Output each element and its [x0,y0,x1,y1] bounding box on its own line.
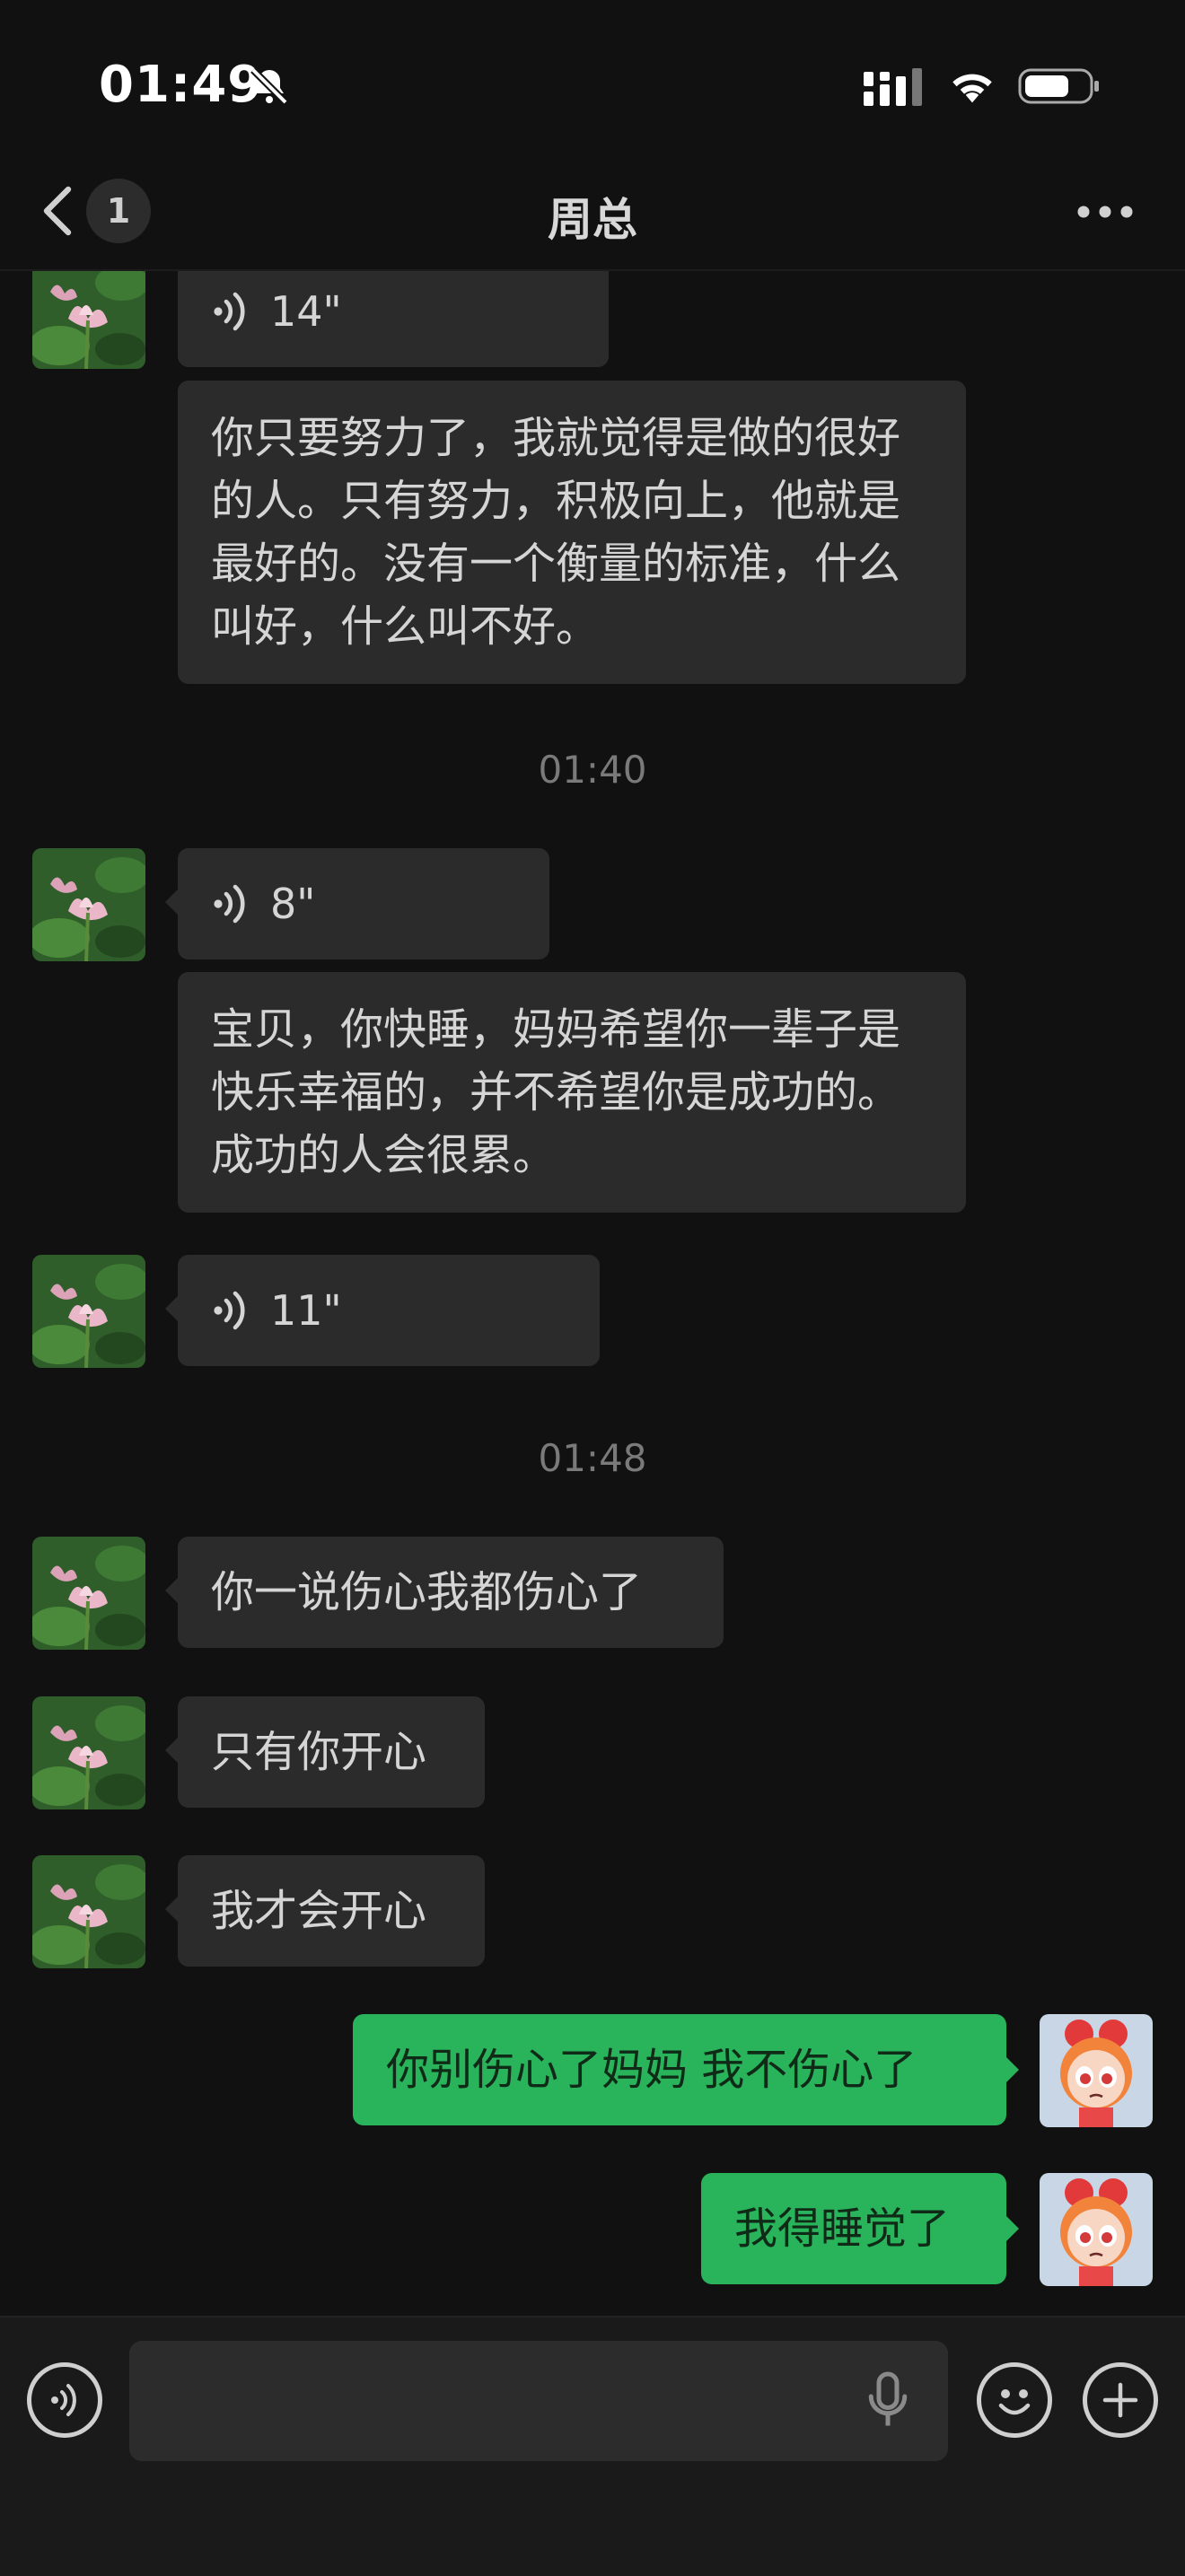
message-text: 你只要努力了，我就觉得是做的很好的人。只有努力，积极向上，他就是最好的。没有一个… [211,413,901,652]
time-divider: 01:40 [538,748,647,792]
voice-duration: 8" [270,880,316,928]
plus-icon [1102,2382,1138,2418]
contact-avatar[interactable] [32,1855,145,1968]
my-avatar[interactable] [1040,2014,1153,2127]
voice-wave-icon [214,292,245,331]
outgoing-message-bubble[interactable]: 我得睡觉了 [701,2173,1019,2284]
chat-header: 1 周总 [0,157,1185,271]
voice-duration: 11" [270,1286,342,1335]
voice-input-button[interactable] [27,2362,102,2438]
microphone-icon[interactable] [865,2371,910,2434]
input-bar [0,2316,1185,2576]
more-functions-button[interactable] [1083,2362,1158,2438]
voice-message-bubble[interactable]: 11" [165,1255,600,1366]
voice-wave-icon [214,884,245,924]
message-list[interactable]: 14" 你只要努力了，我就觉得是做的很好的人。只有努力，积极向上，他就是最好的。… [0,0,1185,2316]
voice-wave-icon [214,1291,245,1330]
message-text: 只有你开心 [211,1727,427,1777]
chat-title: 周总 [548,194,637,246]
more-options-icon[interactable] [1075,204,1135,223]
contact-avatar[interactable] [32,1696,145,1809]
message-input[interactable] [129,2341,948,2461]
contact-avatar[interactable] [32,256,145,369]
message-text: 你别伤心了妈妈 我不伤心了 [386,2045,917,2095]
voice-duration: 14" [270,287,342,336]
emoji-button[interactable] [977,2362,1052,2438]
contact-avatar[interactable] [32,1537,145,1650]
text-message-bubble[interactable]: 你一说伤心我都伤心了 [165,1537,724,1648]
text-message-bubble[interactable]: 宝贝，你快睡，妈妈希望你一辈子是快乐幸福的，并不希望你是成功的。成功的人会很累。 [178,972,966,1213]
voice-message-bubble[interactable]: 8" [165,848,549,959]
text-message-bubble[interactable]: 只有你开心 [165,1696,485,1808]
contact-avatar[interactable] [32,1255,145,1368]
voice-wave-icon [51,2384,76,2416]
message-text: 我得睡觉了 [734,2204,951,2254]
message-text: 我才会开心 [211,1886,427,1936]
time-divider: 01:48 [538,1436,647,1480]
text-message-bubble[interactable]: 我才会开心 [165,1855,485,1967]
outgoing-message-bubble[interactable]: 你别伤心了妈妈 我不伤心了 [353,2014,1019,2125]
emoji-icon [998,2389,1031,2415]
voice-message-bubble[interactable]: 14" [178,256,609,367]
message-text: 宝贝，你快睡，妈妈希望你一辈子是快乐幸福的，并不希望你是成功的。成功的人会很累。 [211,1004,901,1180]
text-message-bubble[interactable]: 你只要努力了，我就觉得是做的很好的人。只有努力，积极向上，他就是最好的。没有一个… [178,381,966,684]
my-avatar[interactable] [1040,2173,1153,2286]
message-text: 你一说伤心我都伤心了 [211,1567,643,1617]
contact-avatar[interactable] [32,848,145,961]
